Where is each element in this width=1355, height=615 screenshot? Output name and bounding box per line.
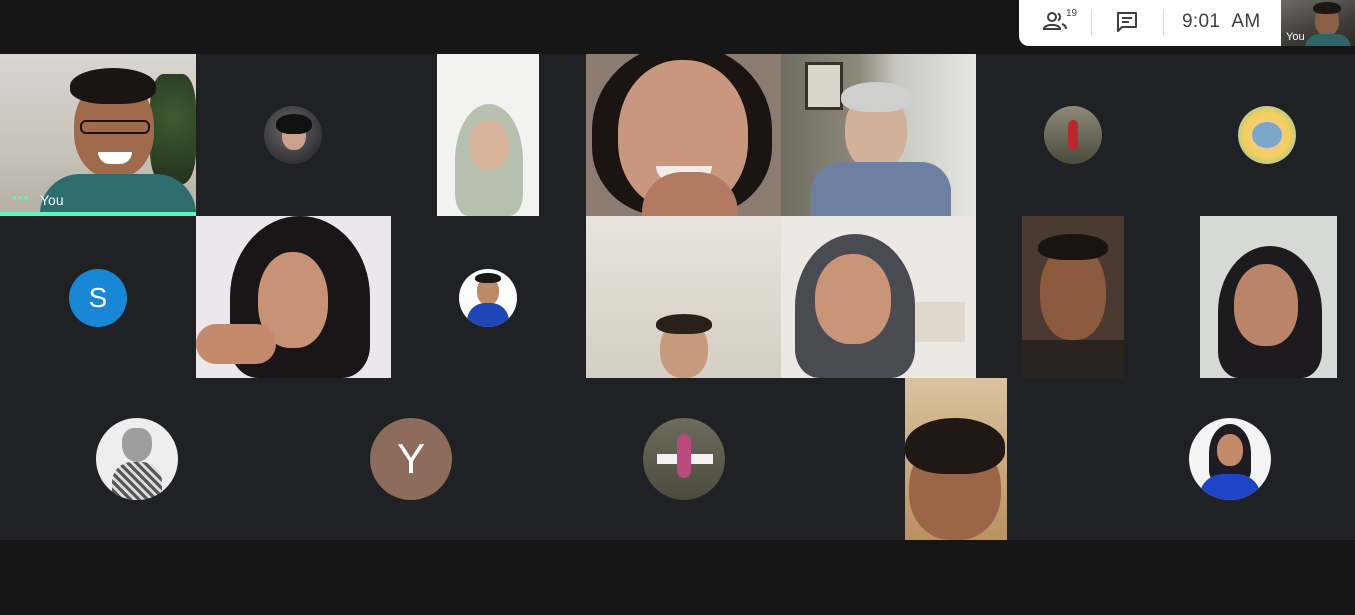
clock-time: 9:01 <box>1182 11 1221 32</box>
clock-ampm: AM <box>1231 11 1261 32</box>
video-tile[interactable] <box>781 54 976 216</box>
participant-avatar[interactable] <box>1044 106 1102 164</box>
participant-avatar[interactable] <box>459 269 517 327</box>
video-tile[interactable] <box>1200 216 1337 378</box>
video-tile[interactable] <box>586 216 781 378</box>
divider <box>1091 10 1092 36</box>
participant-grid: ●●● You S Y <box>0 54 1355 540</box>
video-tile[interactable] <box>905 378 1007 540</box>
meeting-info-panel: 19 9:01 AM <box>1019 0 1281 46</box>
video-tile[interactable] <box>196 216 391 378</box>
participant-avatar[interactable] <box>1238 106 1296 164</box>
participant-avatar[interactable] <box>264 106 322 164</box>
bottom-bar <box>0 540 1355 615</box>
speaking-indicator: ●●● <box>12 193 30 202</box>
self-view-thumbnail[interactable]: You <box>1281 0 1355 46</box>
avatar-initial: S <box>88 282 108 313</box>
avatar-initial: Y <box>396 435 425 482</box>
video-tile[interactable] <box>437 54 539 216</box>
video-tile[interactable] <box>781 216 976 378</box>
people-icon <box>1042 12 1067 30</box>
participant-avatar-initial[interactable]: S <box>69 269 127 327</box>
self-name-label: You <box>40 192 64 208</box>
chat-button[interactable] <box>1116 11 1140 35</box>
participants-count: 19 <box>1066 8 1078 19</box>
video-tile-self[interactable]: ●●● You <box>0 54 196 216</box>
active-speaker-bar <box>0 212 196 216</box>
video-tile[interactable] <box>586 54 781 216</box>
meeting-clock: 9:01 AM <box>1182 11 1260 33</box>
self-view-label: You <box>1286 31 1305 43</box>
participant-avatar[interactable] <box>643 418 725 500</box>
participant-avatar[interactable] <box>1189 418 1271 500</box>
participant-avatar-initial[interactable]: Y <box>370 418 452 500</box>
participants-button[interactable]: 19 <box>1042 8 1079 35</box>
video-tile[interactable] <box>1022 216 1124 378</box>
divider <box>1163 10 1164 36</box>
chat-icon <box>1117 12 1137 32</box>
participant-avatar[interactable] <box>96 418 178 500</box>
